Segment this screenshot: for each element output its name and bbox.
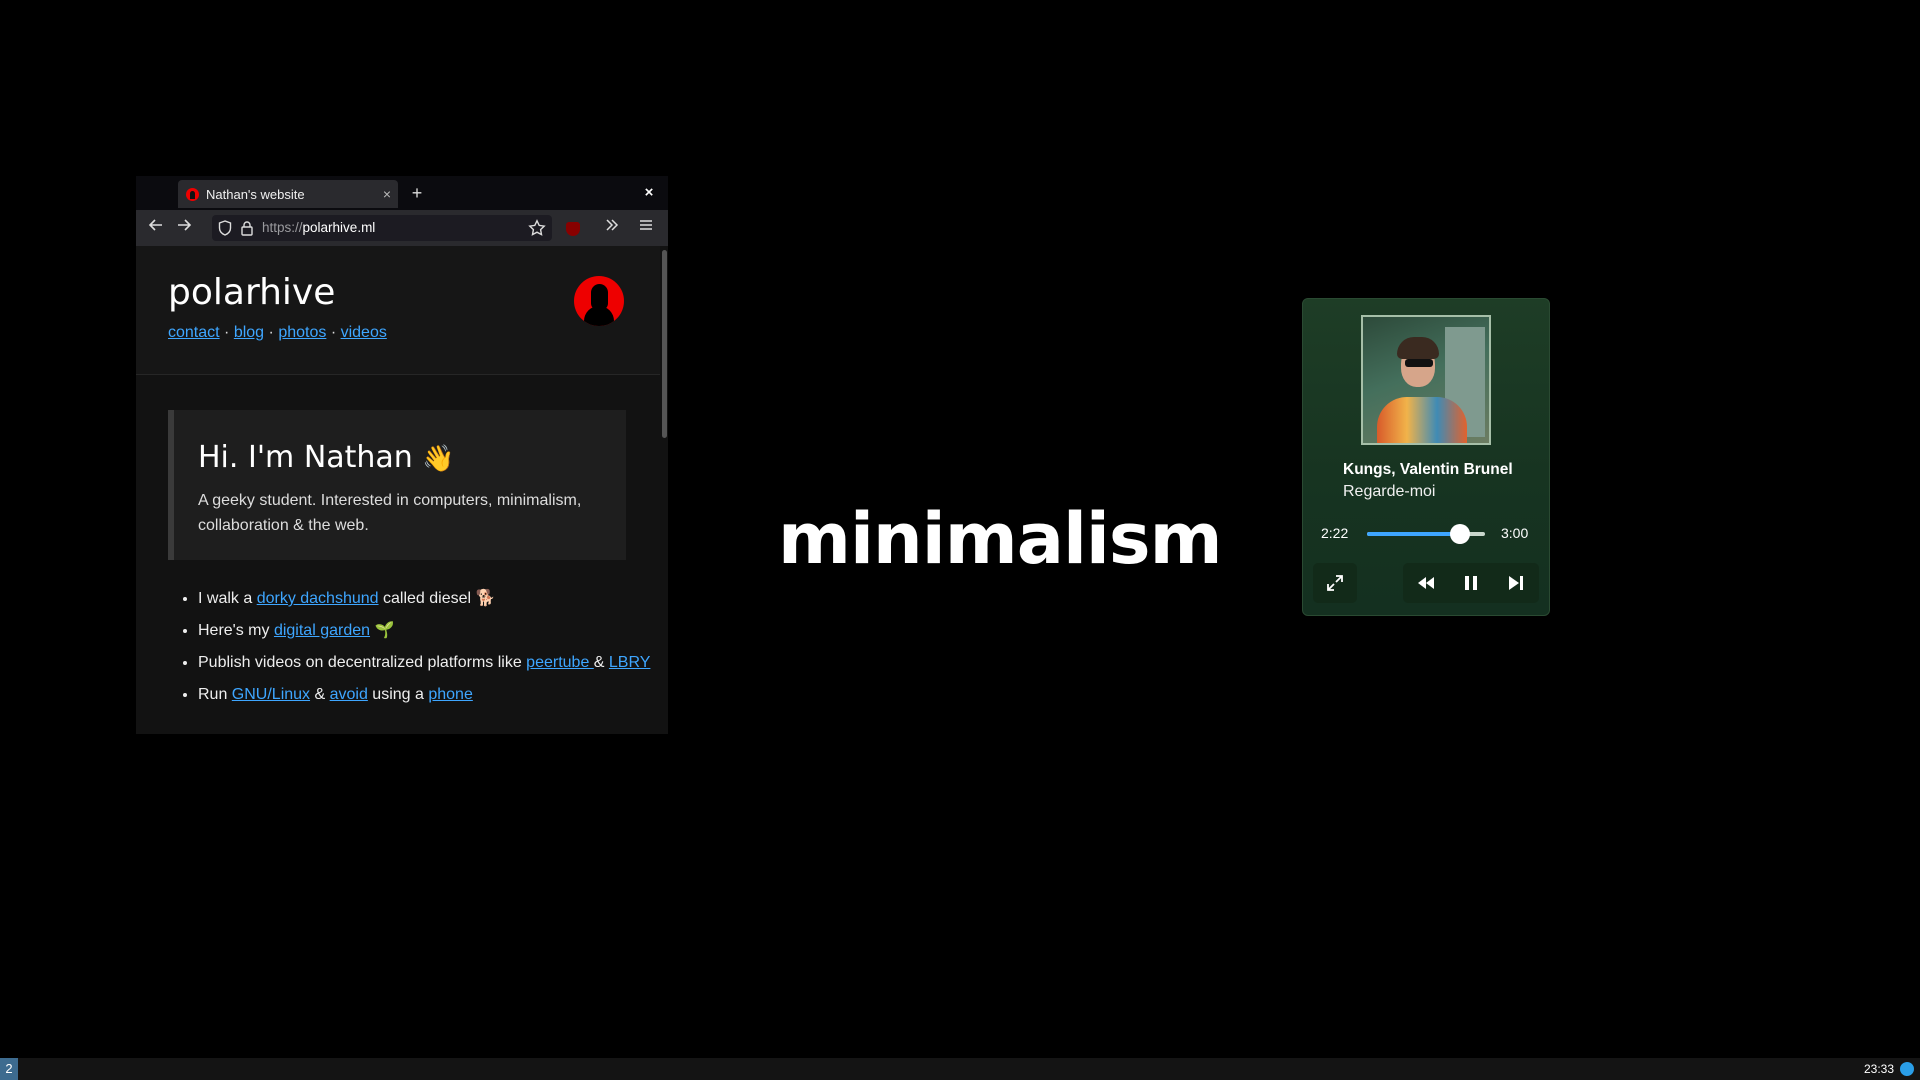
url-protocol: https:// bbox=[262, 220, 303, 235]
telegram-tray-icon[interactable] bbox=[1900, 1062, 1914, 1076]
track-artist: Kungs, Valentin Brunel bbox=[1343, 461, 1513, 478]
track-title: Regarde-moi bbox=[1343, 483, 1436, 500]
navigation-toolbar: https://polarhive.ml bbox=[136, 210, 668, 246]
site-logo-avatar[interactable] bbox=[574, 276, 624, 326]
phone-link[interactable]: phone bbox=[428, 686, 473, 703]
tab-nathans-website[interactable]: Nathan's website × bbox=[178, 180, 398, 208]
nav-separator: · bbox=[224, 324, 230, 341]
address-bar[interactable]: https://polarhive.ml bbox=[212, 215, 552, 241]
desktop-center-text: minimalism bbox=[778, 498, 1223, 580]
peertube-link[interactable]: peertube bbox=[526, 654, 594, 671]
tab-close-icon[interactable]: × bbox=[376, 186, 398, 202]
site-title[interactable]: polarhive bbox=[168, 272, 335, 313]
expand-button[interactable] bbox=[1313, 563, 1357, 603]
expand-icon bbox=[1327, 575, 1343, 591]
nav-link-contact[interactable]: contact bbox=[168, 324, 220, 341]
nav-separator: · bbox=[268, 324, 274, 341]
ublock-extension-icon[interactable] bbox=[566, 222, 580, 236]
site-header: polarhive contact · blog · photos · vide… bbox=[136, 246, 660, 375]
list-item: Here's my digital garden 🌱 bbox=[198, 618, 660, 643]
back-arrow-icon[interactable] bbox=[144, 216, 168, 240]
rewind-icon bbox=[1418, 577, 1434, 589]
digital-garden-link[interactable]: digital garden bbox=[274, 622, 370, 639]
taskbar: 2 23:33 bbox=[0, 1058, 1920, 1080]
seek-slider-fill bbox=[1367, 532, 1461, 536]
site-nav: contact · blog · photos · videos bbox=[168, 324, 387, 342]
lock-icon[interactable] bbox=[240, 220, 254, 241]
list-item: Run GNU/Linux & avoid using a phone bbox=[198, 682, 660, 707]
rewind-button[interactable] bbox=[1415, 573, 1437, 593]
avoid-link[interactable]: avoid bbox=[330, 686, 368, 703]
waving-hand-emoji: 👋 bbox=[422, 444, 455, 474]
pause-button[interactable] bbox=[1460, 573, 1482, 593]
current-time: 2:22 bbox=[1321, 525, 1349, 541]
nav-link-blog[interactable]: blog bbox=[234, 324, 264, 341]
workspace-indicator[interactable]: 2 bbox=[0, 1058, 18, 1080]
tab-bar: Nathan's website × + × bbox=[136, 176, 668, 210]
seek-slider[interactable] bbox=[1367, 524, 1485, 544]
shield-icon[interactable] bbox=[218, 220, 232, 241]
forward-arrow-icon[interactable] bbox=[172, 216, 196, 240]
nav-link-videos[interactable]: videos bbox=[341, 324, 387, 341]
playback-controls bbox=[1403, 563, 1539, 603]
album-art bbox=[1361, 315, 1491, 445]
intro-text: A geeky student. Interested in computers… bbox=[198, 492, 582, 534]
nav-link-photos[interactable]: photos bbox=[278, 324, 326, 341]
nav-separator: · bbox=[330, 324, 337, 341]
url-text: https://polarhive.ml bbox=[262, 220, 375, 235]
overflow-chevrons-icon[interactable] bbox=[600, 216, 624, 240]
browser-window: Nathan's website × + × https://polarhive… bbox=[136, 176, 668, 734]
url-host: polarhive.ml bbox=[302, 220, 376, 235]
clock: 23:33 bbox=[1864, 1062, 1895, 1076]
lbry-link[interactable]: LBRY bbox=[609, 654, 651, 671]
window-close-button[interactable]: × bbox=[638, 182, 660, 204]
music-player-widget: Kungs, Valentin Brunel Regarde-moi 2:22 … bbox=[1302, 298, 1550, 616]
new-tab-button[interactable]: + bbox=[406, 182, 428, 204]
intro-heading: Hi. I'm Nathan 👋 bbox=[198, 440, 455, 475]
scrollbar-thumb[interactable] bbox=[662, 250, 667, 438]
skip-next-icon bbox=[1509, 576, 1523, 590]
next-track-button[interactable] bbox=[1505, 573, 1527, 593]
list-item: Publish videos on decentralized platform… bbox=[198, 650, 660, 675]
page-scrollbar[interactable] bbox=[660, 246, 668, 734]
seek-slider-handle[interactable] bbox=[1450, 524, 1471, 544]
hamburger-menu-icon[interactable] bbox=[634, 216, 658, 240]
track-duration: 3:00 bbox=[1501, 525, 1529, 541]
page-content: polarhive contact · blog · photos · vide… bbox=[136, 246, 660, 734]
pause-icon bbox=[1465, 576, 1477, 590]
tab-title: Nathan's website bbox=[206, 186, 305, 202]
intro-card: Hi. I'm Nathan 👋 A geeky student. Intere… bbox=[168, 410, 626, 560]
gnu-linux-link[interactable]: GNU/Linux bbox=[232, 686, 310, 703]
list-item: I walk a dorky dachshund called diesel 🐕 bbox=[198, 586, 660, 611]
about-list: I walk a dorky dachshund called diesel 🐕… bbox=[168, 586, 660, 714]
bookmark-star-icon[interactable] bbox=[528, 219, 546, 242]
site-favicon-icon bbox=[186, 187, 199, 201]
dorky-dachshund-link[interactable]: dorky dachshund bbox=[257, 590, 379, 607]
